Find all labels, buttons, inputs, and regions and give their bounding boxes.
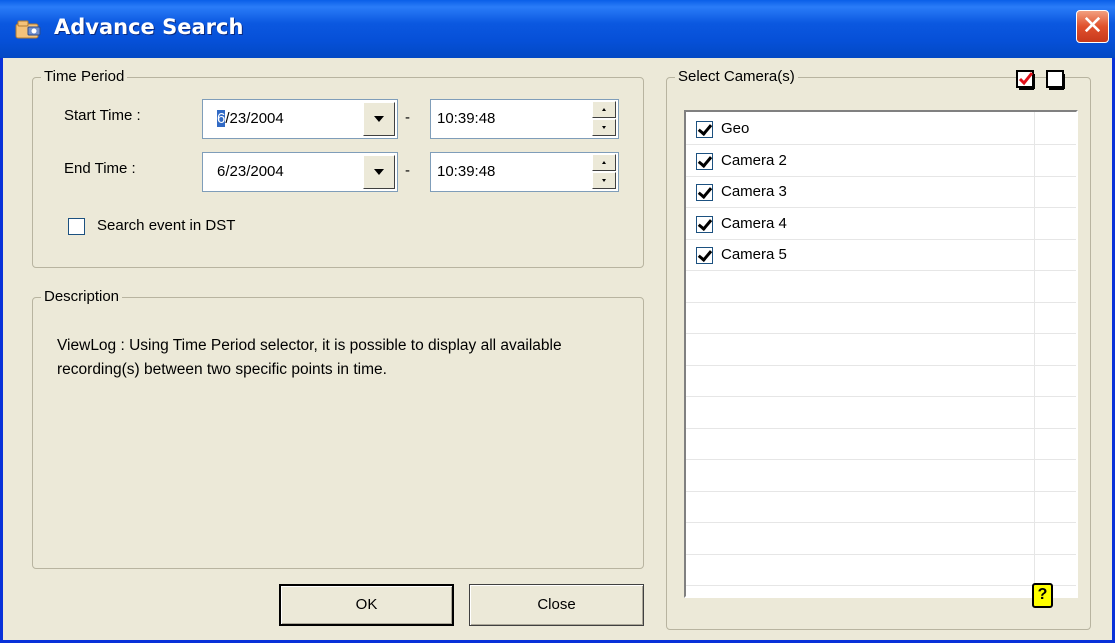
start-time-label: Start Time : (64, 107, 141, 124)
empty-list-row (686, 492, 1076, 523)
select-cameras-legend: Select Camera(s) (675, 67, 798, 87)
window-title: Advance Search (54, 15, 244, 39)
folder-camera-icon (15, 20, 41, 39)
start-date-rest: /23/2004 (225, 110, 284, 127)
empty-list-row (686, 461, 1076, 492)
description-text: ViewLog : Using Time Period selector, it… (57, 337, 562, 378)
description-group: Description ViewLog : Using Time Period … (32, 287, 644, 569)
end-date-value: 6/23/2004 (217, 163, 284, 180)
empty-list-row (686, 524, 1076, 555)
time-period-legend: Time Period (41, 67, 128, 87)
dst-checkbox[interactable] (68, 218, 85, 235)
title-bar[interactable]: Advance Search ✕ (0, 0, 1115, 58)
chevron-down-icon (374, 169, 384, 175)
arrow-down-icon (602, 126, 606, 129)
ok-button[interactable]: OK (279, 584, 454, 626)
end-time-value: 10:39:48 (437, 163, 496, 180)
window-close-button[interactable]: ✕ (1076, 10, 1109, 43)
camera-list-item[interactable]: Camera 2 (686, 146, 1076, 177)
advance-search-dialog: Advance Search ✕ Time Period Start Time … (0, 0, 1115, 643)
end-time-spinner[interactable]: 10:39:48 (430, 152, 619, 192)
camera-label: Camera 4 (721, 214, 787, 232)
start-date-dropdown-button[interactable] (363, 102, 395, 136)
empty-list-row (686, 429, 1076, 460)
end-separator: - (405, 162, 410, 179)
empty-list-row (686, 366, 1076, 397)
empty-list-row (686, 335, 1076, 366)
start-time-spinner[interactable]: 10:39:48 (430, 99, 619, 139)
camera-checkbox[interactable] (696, 152, 713, 170)
camera-list[interactable]: Geo Camera 2 Camera 3 Camera 4 Camera 5 (684, 110, 1078, 598)
empty-list-row (686, 555, 1076, 586)
start-time-down-button[interactable] (592, 119, 616, 136)
camera-list-item[interactable]: Geo (686, 114, 1076, 145)
close-button[interactable]: Close (469, 584, 644, 626)
chevron-down-icon (374, 116, 384, 122)
start-date-value: 6/23/2004 (217, 110, 284, 127)
end-time-down-button[interactable] (592, 172, 616, 189)
check-all-icon[interactable] (1015, 68, 1037, 90)
empty-list-row (686, 398, 1076, 429)
end-date-dropdown-button[interactable] (363, 155, 395, 189)
start-time-up-button[interactable] (592, 101, 616, 118)
dst-label: Search event in DST (97, 217, 236, 234)
camera-checkbox[interactable] (696, 215, 713, 233)
end-time-label: End Time : (64, 160, 136, 177)
time-period-group: Time Period Start Time : 6/23/2004 - 10:… (32, 67, 644, 268)
arrow-down-icon (602, 179, 606, 182)
arrow-up-icon (602, 161, 606, 164)
arrow-up-icon (602, 108, 606, 111)
start-separator: - (405, 109, 410, 126)
camera-label: Geo (721, 120, 750, 137)
camera-label: Camera 5 (721, 246, 787, 263)
camera-label: Camera 2 (721, 151, 787, 169)
empty-list-row (686, 272, 1076, 303)
camera-list-item[interactable]: Camera 3 (686, 177, 1076, 208)
start-date-picker[interactable]: 6/23/2004 (202, 99, 398, 139)
empty-list-row (686, 303, 1076, 334)
camera-label: Camera 3 (721, 183, 787, 200)
select-cameras-group: Select Camera(s) Geo Camera 2 Camera 3 Came… (666, 67, 1091, 630)
camera-list-item[interactable]: Camera 4 (686, 209, 1076, 240)
camera-checkbox[interactable] (696, 121, 713, 138)
camera-checkbox[interactable] (696, 184, 713, 201)
end-time-up-button[interactable] (592, 154, 616, 171)
help-icon[interactable]: ? (1032, 583, 1053, 608)
uncheck-all-icon[interactable] (1045, 68, 1067, 90)
end-date-picker[interactable]: 6/23/2004 (202, 152, 398, 192)
camera-checkbox[interactable] (696, 247, 713, 264)
description-legend: Description (41, 287, 123, 307)
camera-list-item[interactable]: Camera 5 (686, 240, 1076, 271)
start-time-value: 10:39:48 (437, 110, 496, 127)
